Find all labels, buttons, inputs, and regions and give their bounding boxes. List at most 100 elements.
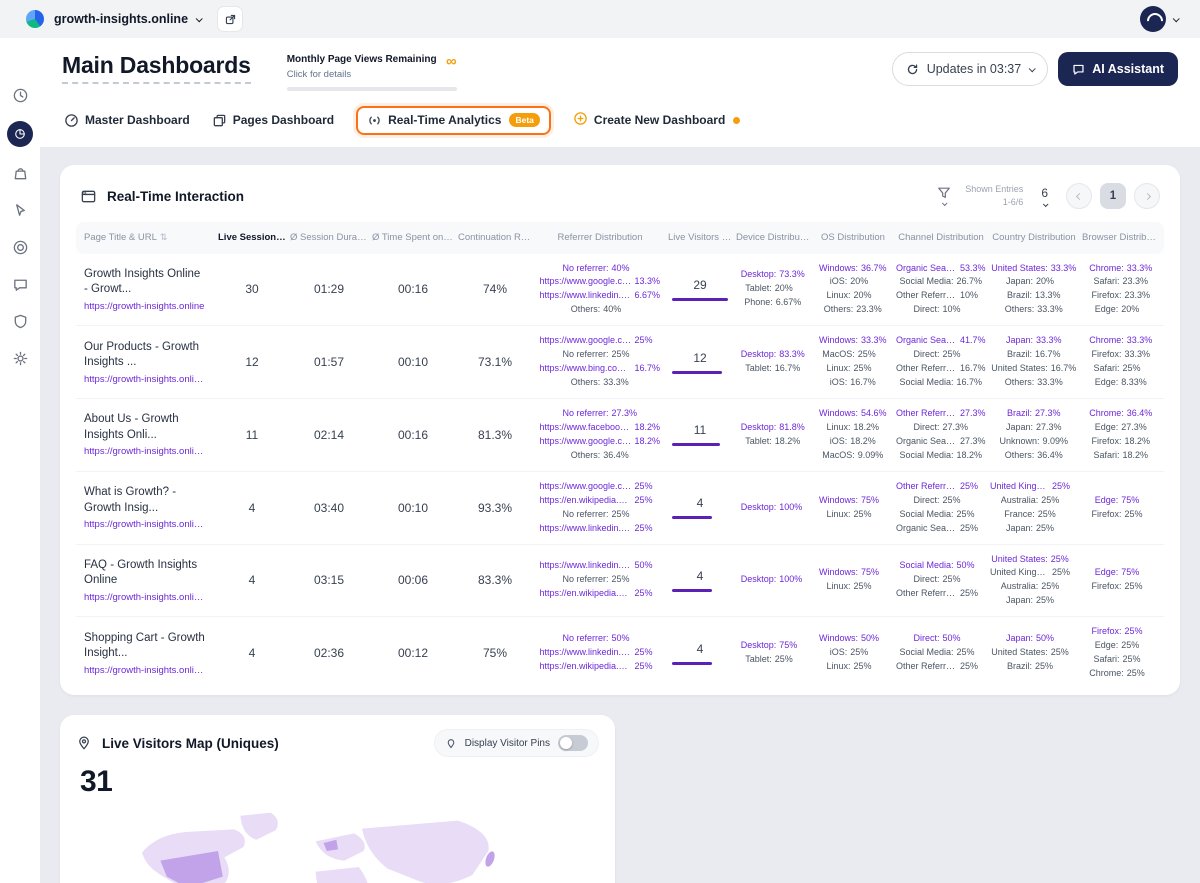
tab-label: Real-Time Analytics	[388, 113, 502, 127]
card-title: Real-Time Interaction	[107, 188, 245, 204]
cell-session-duration: 01:57	[313, 355, 345, 370]
live-visitors-value: 4	[696, 641, 704, 656]
page-url-link[interactable]: https://growth-insights.online/wh...	[84, 519, 206, 530]
page-url-link[interactable]: https://growth-insights.online/our...	[84, 665, 206, 676]
page-size-select[interactable]: 6	[1037, 186, 1052, 207]
cell-live-sessions: 12	[245, 355, 259, 370]
cell-os-distribution: Windows: 75% Linux: 25%	[818, 567, 880, 592]
table-row[interactable]: FAQ - Growth Insights Online https://grow…	[76, 545, 1164, 618]
sort-icon: ⇅	[159, 232, 168, 242]
page-title-text: What is Growth? - Growth Insig...	[84, 486, 177, 514]
gauge-icon	[65, 113, 78, 127]
column-header[interactable]: Channel Distribution	[894, 226, 988, 249]
gear-icon[interactable]	[9, 347, 31, 369]
column-header[interactable]: Live Sessions (N...	[216, 226, 288, 249]
prev-page-button[interactable]	[1066, 183, 1092, 209]
target-icon[interactable]	[9, 236, 31, 258]
cell-time-on-page: 00:16	[397, 427, 429, 442]
topbar: growth-insights.online	[0, 0, 1200, 38]
filter-button[interactable]	[937, 186, 951, 207]
cell-page: What is Growth? - Growth Insig... https:/…	[76, 485, 216, 530]
table-row[interactable]: About Us - Growth Insights Onli... https:…	[76, 399, 1164, 472]
table-body: Growth Insights Online - Growt... https:/…	[76, 254, 1164, 690]
live-visitors-bar	[672, 297, 728, 301]
page-size-value: 6	[1041, 185, 1048, 200]
cell-country-distribution: United Kingdom:25%Australia:25%France:25…	[990, 480, 1071, 533]
visitor-pins-toggle[interactable]	[558, 735, 588, 751]
cell-country-distribution: Brazil: 27.3% Japan: 27.3% Unknown: 9.09% Othe…	[999, 408, 1069, 460]
cell-channel-distribution: Organic Search: 53.3% Social Media: 26.7% Ot…	[896, 262, 986, 315]
cell-device-distribution: Desktop: 83.3% Tablet: 16.7%	[740, 349, 805, 374]
column-header[interactable]: Referrer Distribution	[534, 226, 666, 249]
column-header[interactable]: Ø Time Spent on Pa...⇅	[370, 226, 456, 249]
column-header[interactable]: Device Distribution	[734, 226, 812, 249]
cell-browser-distribution: Chrome: 33.3% Safari: 23.3% Firefox: 23.3% Edg…	[1089, 262, 1153, 315]
table-row[interactable]: What is Growth? - Growth Insig... https:/…	[76, 472, 1164, 545]
tab-realtime-analytics[interactable]: Real-Time Analytics Beta	[356, 105, 551, 135]
column-header[interactable]: OS Distribution	[812, 226, 894, 249]
dashboards-icon[interactable]	[7, 121, 33, 147]
page-title-text: Shopping Cart - Growth Insight...	[84, 631, 205, 660]
quota-widget[interactable]: Monthly Page Views Remaining Click for d…	[286, 54, 457, 91]
page-url-link[interactable]: https://growth-insights.online/ab...	[84, 446, 206, 457]
external-link-icon	[225, 14, 235, 24]
ai-assistant-button[interactable]: AI Assistant	[1058, 52, 1178, 86]
chevron-left-icon	[1075, 192, 1083, 200]
shield-icon[interactable]	[9, 310, 31, 332]
column-header[interactable]: Page Title & URL ⇅	[76, 226, 216, 249]
history-icon[interactable]	[9, 84, 31, 106]
cell-referrer-distribution: No referrer:40%https://www.google.com...…	[539, 262, 661, 315]
page-title-text: Our Products - Growth Insights ...	[84, 340, 200, 369]
updates-button[interactable]: Updates in 03:37	[891, 52, 1049, 86]
cell-live-sessions: 4	[248, 573, 256, 588]
cell-device-distribution: Desktop: 100%	[740, 501, 803, 512]
column-header[interactable]: Browser Distribution	[1080, 226, 1162, 249]
cell-live-sessions: 30	[245, 282, 259, 297]
page-title-text: Growth Insights Online - Growt...	[84, 267, 201, 296]
table-row[interactable]: Growth Insights Online - Growt... https:/…	[76, 254, 1164, 327]
page-title-text: FAQ - Growth Insights Online	[84, 558, 198, 587]
tab-create-new-dashboard[interactable]: Create New Dashboard	[573, 111, 741, 129]
live-visitors-map-card: Live Visitors Map (Uniques) Display Visi…	[60, 715, 615, 883]
page-url-link[interactable]: https://growth-insights.online/faq	[84, 592, 206, 603]
chevron-down-icon	[1042, 200, 1049, 207]
page-title-text: About Us - Growth Insights Onli...	[84, 413, 179, 441]
account-menu[interactable]	[1140, 6, 1180, 32]
column-header[interactable]: Country Distribution	[988, 226, 1080, 249]
cell-continuation-rate: 75%	[482, 646, 508, 661]
tab-pages-dashboard[interactable]: Pages Dashboard	[212, 113, 334, 128]
layers-icon	[213, 114, 226, 126]
page-url-link[interactable]: https://growth-insights.online	[84, 301, 206, 312]
live-visitors-bar	[672, 370, 723, 374]
table-row[interactable]: Our Products - Growth Insights ... https:…	[76, 326, 1164, 399]
cell-browser-distribution: Edge: 75% Firefox: 25%	[1091, 494, 1143, 519]
column-header[interactable]: Continuation Rate⇅	[456, 226, 534, 249]
cell-live-visitors: 29	[666, 278, 734, 301]
cell-browser-distribution: Firefox: 25% Edge: 25% Safari: 25% Chrome: 25%	[1089, 626, 1145, 679]
cell-channel-distribution: Social Media: 50% Direct: 25% Other Referral…	[896, 560, 979, 599]
open-site-button[interactable]	[217, 6, 244, 32]
table-row[interactable]: Shopping Cart - Growth Insight... https:/…	[76, 617, 1164, 689]
app-logo	[26, 10, 44, 28]
current-page[interactable]: 1	[1100, 183, 1126, 209]
cell-session-duration: 02:14	[313, 427, 345, 442]
column-header[interactable]: Ø Session Duration⇅	[288, 226, 370, 249]
tab-label: Pages Dashboard	[232, 113, 335, 127]
shopping-bag-icon[interactable]	[9, 162, 31, 184]
cell-referrer-distribution: No referrer:50%https://www.linkedin.com/…	[539, 633, 653, 672]
chat-bubble-icon[interactable]	[9, 273, 31, 295]
column-header[interactable]: Live Visitors (Non-...	[666, 226, 734, 249]
broadcast-icon	[369, 116, 380, 124]
next-page-button[interactable]	[1134, 183, 1160, 209]
quota-details-link[interactable]: Click for details	[287, 69, 437, 80]
cell-page: Shopping Cart - Growth Insight... https:/…	[76, 631, 216, 676]
page-url-link[interactable]: https://growth-insights.online/our...	[84, 374, 206, 385]
tab-label: Create New Dashboard	[593, 113, 726, 127]
cell-live-sessions: 11	[245, 427, 259, 442]
cell-page: About Us - Growth Insights Onli... https:…	[76, 412, 216, 457]
domain-selector[interactable]: growth-insights.online	[54, 12, 203, 26]
cursor-icon[interactable]	[9, 199, 31, 221]
tab-master-dashboard[interactable]: Master Dashboard	[64, 113, 190, 128]
cell-time-on-page: 00:16	[397, 282, 429, 297]
cell-country-distribution: United States:25%United Kingdom:25%Austr…	[990, 553, 1071, 606]
